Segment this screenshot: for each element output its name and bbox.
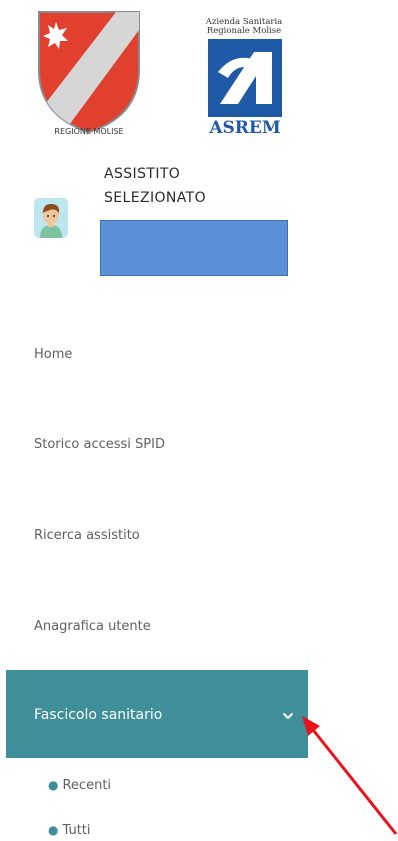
menu-item-anagrafica-utente[interactable]: Anagrafica utente: [34, 616, 151, 638]
user-avatar-icon: [34, 198, 68, 238]
menu-item-ricerca-assistito[interactable]: Ricerca assistito: [34, 525, 140, 547]
regione-molise-logo: REGIONE MOLISE: [38, 11, 140, 136]
submenu-item-recenti-label: Recenti: [62, 778, 112, 793]
menu-item-fascicolo-sanitario[interactable]: Fascicolo sanitario: [6, 670, 308, 758]
bullet-icon: ●: [48, 823, 59, 837]
region-caption: REGIONE MOLISE: [54, 127, 123, 136]
asrem-logo: Azienda Sanitaria Regionale Molise ASREM: [205, 17, 282, 138]
chevron-down-icon[interactable]: [281, 709, 295, 723]
assistito-selezionato-title: ASSISTITO SELEZIONATO: [104, 162, 264, 210]
submenu-item-tutti[interactable]: ● Tutti: [48, 820, 91, 841]
menu-item-fascicolo-sanitario-label: Fascicolo sanitario: [34, 707, 163, 723]
asrem-name: ASREM: [208, 118, 281, 138]
menu-item-storico-accessi-spid[interactable]: Storico accessi SPID: [34, 434, 165, 456]
annotation-arrow-icon: [302, 716, 398, 835]
redacted-patient-name: [100, 220, 288, 276]
assistito-title-line2: SELEZIONATO: [104, 190, 207, 206]
assistito-title-line1: ASSISTITO: [104, 166, 181, 182]
menu-item-home[interactable]: Home: [34, 344, 72, 366]
bullet-icon: ●: [48, 778, 59, 792]
submenu-item-recenti[interactable]: ● Recenti: [48, 775, 111, 796]
asrem-line2: Regionale Molise: [207, 26, 281, 36]
